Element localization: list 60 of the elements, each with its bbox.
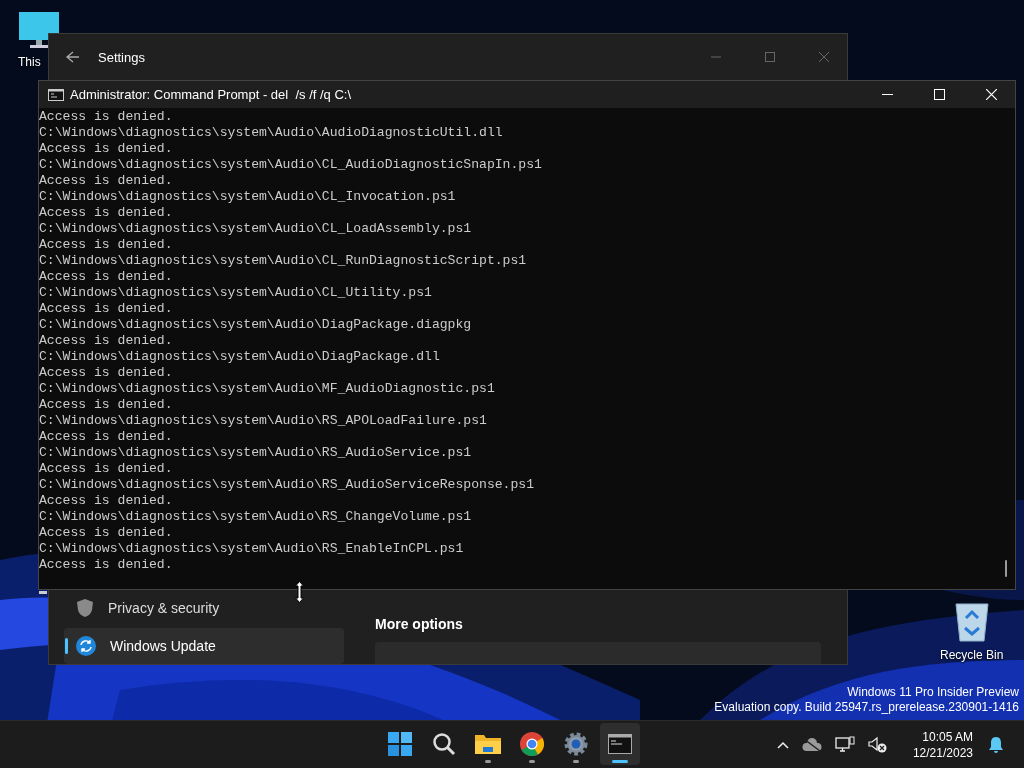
console-line: Access is denied. xyxy=(39,461,173,477)
shield-icon xyxy=(76,598,94,618)
console-line: C:\Windows\diagnostics\system\Audio\CL_RunDiagnosticScript.ps1 xyxy=(39,253,527,269)
console-line: C:\Windows\diagnostics\system\Audio\DiagPackage.diagpkg xyxy=(39,317,472,333)
clock[interactable]: 10:05 AM 12/21/2023 xyxy=(912,728,973,761)
back-arrow-icon[interactable] xyxy=(66,51,80,63)
desktop-icon-label[interactable]: This xyxy=(18,55,41,69)
gear-icon xyxy=(564,732,588,756)
bell-icon[interactable] xyxy=(988,735,1004,754)
desktop-icon-label[interactable]: Recycle Bin xyxy=(940,648,1004,662)
taskbar-button[interactable] xyxy=(600,723,640,765)
sync-icon xyxy=(76,636,96,656)
start-icon xyxy=(388,732,412,756)
console-line: C:\Windows\diagnostics\system\Audio\CL_LoadAssembly.ps1 xyxy=(39,221,472,237)
watermark-text: Windows 11 Pro Insider Preview xyxy=(847,685,1019,700)
watermark-text: Evaluation copy. Build 25947.rs_prerelease.230901-1416 xyxy=(714,700,1019,715)
search-icon xyxy=(432,732,456,756)
console-line: Access is denied. xyxy=(39,237,173,253)
text-cursor xyxy=(39,591,47,594)
console-line: Access is denied. xyxy=(39,301,173,317)
window-title: Administrator: Command Prompt - del /s /f /q C:\ xyxy=(70,87,352,102)
chevron-up-icon[interactable] xyxy=(776,740,789,749)
console-line: Access is denied. xyxy=(39,557,173,573)
folder-icon xyxy=(475,733,501,755)
console-line: Access is denied. xyxy=(39,205,173,221)
volume-muted-icon[interactable] xyxy=(867,735,888,754)
terminal-icon xyxy=(608,734,632,754)
console-line: C:\Windows\diagnostics\system\Audio\DiagPackage.dll xyxy=(39,349,440,365)
console-line: Access is denied. xyxy=(39,333,173,349)
console-line: C:\Windows\diagnostics\system\Audio\AudioDiagnosticUtil.dll xyxy=(39,125,503,141)
console-line: C:\Windows\diagnostics\system\Audio\MF_AudioDiagnostic.ps1 xyxy=(39,381,495,397)
console-line: Access is denied. xyxy=(39,141,173,157)
console-line: C:\Windows\diagnostics\system\Audio\CL_AudioDiagnosticSnapIn.ps1 xyxy=(39,157,542,173)
console-line: Access is denied. xyxy=(39,109,173,125)
computer-icon[interactable] xyxy=(18,11,60,49)
cloud-off-icon[interactable] xyxy=(801,737,822,752)
console-icon xyxy=(48,88,64,101)
network-icon[interactable] xyxy=(834,735,855,754)
window-title: Settings xyxy=(98,49,145,65)
console-line: C:\Windows\diagnostics\system\Audio\CL_Invocation.ps1 xyxy=(39,189,456,205)
console-line: Access is denied. xyxy=(39,493,173,509)
console-line: Access is denied. xyxy=(39,173,173,189)
console-line: C:\Windows\diagnostics\system\Audio\RS_AudioService.ps1 xyxy=(39,445,472,461)
sidebar-item[interactable]: Windows Update xyxy=(64,628,344,664)
console-line: Access is denied. xyxy=(39,269,173,285)
section-heading: More options xyxy=(375,616,464,632)
console-line: Access is denied. xyxy=(39,365,173,381)
console-line: Access is denied. xyxy=(39,397,173,413)
scrollbar-thumb[interactable] xyxy=(1005,560,1007,577)
console-line: Access is denied. xyxy=(39,429,173,445)
console-line: C:\Windows\diagnostics\system\Audio\RS_AudioServiceResponse.ps1 xyxy=(39,477,535,493)
console-line: C:\Windows\diagnostics\system\Audio\RS_APOLoadFailure.ps1 xyxy=(39,413,487,429)
console-line: C:\Windows\diagnostics\system\Audio\RS_ChangeVolume.ps1 xyxy=(39,509,472,525)
console-line: Access is denied. xyxy=(39,525,173,541)
clock-time: 10:05 AM xyxy=(922,728,973,745)
console-line: C:\Windows\diagnostics\system\Audio\CL_Utility.ps1 xyxy=(39,285,432,301)
clock-date: 12/21/2023 xyxy=(912,744,973,761)
browser-icon xyxy=(520,732,544,756)
console-line: C:\Windows\diagnostics\system\Audio\RS_EnableInCPL.ps1 xyxy=(39,541,464,557)
sidebar-item[interactable]: Privacy & security xyxy=(64,590,344,626)
